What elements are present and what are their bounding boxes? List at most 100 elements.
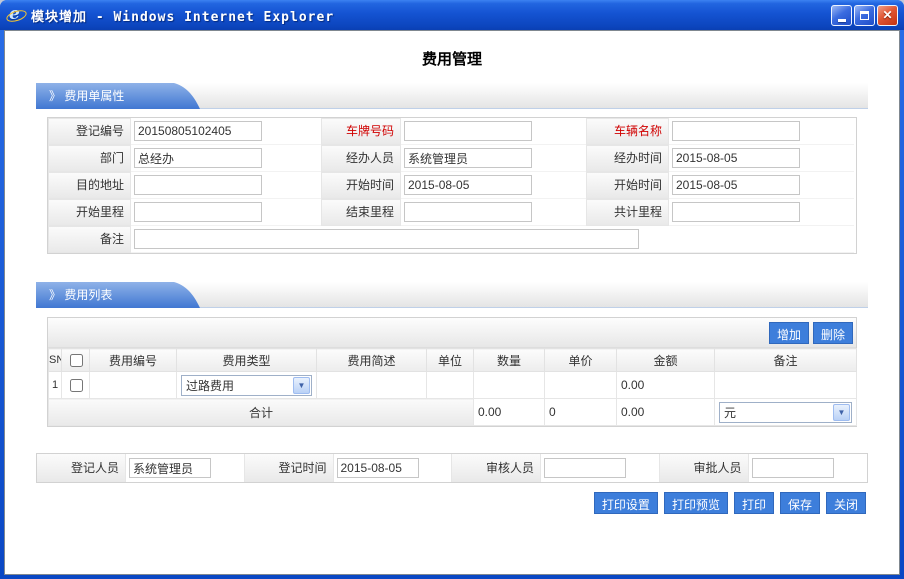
label-plate-number: 车牌号码	[321, 118, 401, 145]
col-description: 费用简述	[316, 348, 427, 372]
auditor-group: 审核人员	[452, 454, 660, 482]
audit-info-row: 登记人员 登记时间 审核人员 审批人员	[36, 453, 868, 483]
section-header-expense-list: 》 费用列表	[36, 282, 868, 308]
col-quantity: 数量	[473, 348, 545, 372]
label-start-mileage: 开始里程	[48, 199, 131, 226]
col-unit-price: 单价	[544, 348, 617, 372]
handler-input[interactable]	[404, 148, 532, 168]
start-date-2-input[interactable]	[672, 175, 800, 195]
row-checkbox[interactable]	[69, 378, 83, 392]
section-tab-attributes: 》 费用单属性	[36, 83, 204, 109]
delete-row-button[interactable]: 删除	[812, 321, 853, 344]
chevron-down-icon: ▼	[293, 376, 310, 394]
label-register-time: 登记时间	[244, 454, 334, 482]
label-department: 部门	[48, 145, 131, 172]
col-unit: 单位	[426, 348, 474, 372]
start-mileage-input[interactable]	[134, 202, 262, 222]
expense-attributes-form: 登记编号 车牌号码 车辆名称 部门 经办人员 经办时间 目的地址 开始时间 开始…	[47, 117, 857, 254]
expense-type-select[interactable]: 过路费用 ▼	[181, 374, 312, 396]
label-total-mileage: 共计里程	[586, 199, 669, 226]
register-no-input[interactable]	[134, 121, 262, 141]
expense-type-value: 过路费用	[186, 378, 235, 393]
label-registrar: 登记人员	[37, 454, 126, 482]
print-preview-button[interactable]: 打印预览	[663, 492, 728, 514]
register-time-input[interactable]	[336, 458, 419, 478]
end-mileage-input[interactable]	[404, 202, 532, 222]
page-content: 费用管理 》 费用单属性 登记编号 车牌号码 车辆名称 部门 经办人员 经办时间…	[4, 30, 900, 575]
label-auditor: 审核人员	[452, 454, 541, 482]
expense-list-panel: 增加 删除 SN 费用编号 费用类型 费用简述 单位 数量 单价 金额	[47, 317, 857, 427]
register-time-group: 登记时间	[244, 454, 452, 482]
label-handle-date: 经办时间	[586, 145, 669, 172]
totals-currency-cell: 元 ▼	[714, 398, 857, 426]
page-title: 费用管理	[421, 51, 482, 68]
expense-table: SN 费用编号 费用类型 费用简述 单位 数量 单价 金额 备注 1	[48, 348, 857, 426]
approver-input[interactable]	[751, 458, 834, 478]
start-date-input[interactable]	[404, 175, 532, 195]
col-sn: SN	[48, 348, 62, 372]
minimize-button[interactable]	[831, 4, 852, 26]
row-select-cell	[61, 371, 90, 399]
window-controls: ✕	[831, 4, 898, 26]
chevron-down-icon: ▼	[833, 403, 850, 421]
registrar-group: 登记人员	[37, 454, 245, 482]
plate-number-input[interactable]	[404, 121, 532, 141]
currency-select[interactable]: 元 ▼	[719, 401, 852, 423]
select-all-checkbox[interactable]	[69, 353, 83, 367]
title-bar: e 模块增加 - Windows Internet Explorer ✕	[0, 0, 904, 30]
maximize-button[interactable]	[854, 4, 875, 26]
row-expense-type-cell: 过路费用 ▼	[176, 371, 317, 399]
print-button[interactable]: 打印	[733, 492, 774, 514]
col-remark: 备注	[714, 348, 857, 372]
col-expense-no: 费用编号	[89, 348, 177, 372]
row-sn: 1	[48, 371, 62, 399]
auditor-input[interactable]	[544, 458, 626, 478]
remark-input[interactable]	[134, 229, 639, 249]
totals-label: 合计	[48, 398, 474, 426]
row-remark	[714, 371, 857, 399]
close-icon: ✕	[882, 8, 893, 22]
row-description	[316, 371, 427, 399]
label-end-mileage: 结束里程	[321, 199, 401, 226]
close-button[interactable]: ✕	[877, 4, 898, 26]
registrar-input[interactable]	[129, 458, 211, 478]
section-header-attributes: 》 费用单属性	[36, 83, 868, 109]
approver-group: 审批人员	[659, 454, 868, 482]
col-expense-type: 费用类型	[176, 348, 317, 372]
section-tab-expense-list: 》 费用列表	[36, 282, 204, 308]
currency-value: 元	[724, 405, 737, 420]
expense-table-header-row: SN 费用编号 费用类型 费用简述 单位 数量 单价 金额 备注	[48, 348, 857, 372]
vehicle-name-input[interactable]	[672, 121, 800, 141]
internet-explorer-icon: e	[6, 4, 26, 25]
label-start-date: 开始时间	[321, 172, 401, 199]
row-amount: 0.00	[616, 371, 715, 399]
row-unit	[426, 371, 474, 399]
label-register-no: 登记编号	[48, 118, 131, 145]
row-expense-no	[89, 371, 177, 399]
expense-list-toolbar: 增加 删除	[48, 318, 856, 348]
col-amount: 金额	[616, 348, 715, 372]
department-input[interactable]	[134, 148, 262, 168]
label-approver: 审批人员	[659, 454, 749, 482]
print-settings-button[interactable]: 打印设置	[593, 492, 658, 514]
label-vehicle-name: 车辆名称	[586, 118, 669, 145]
totals-amount: 0.00	[616, 398, 715, 426]
window-title: 模块增加 - Windows Internet Explorer	[31, 9, 335, 25]
label-remark: 备注	[48, 226, 131, 253]
totals-quantity: 0.00	[473, 398, 545, 426]
save-button[interactable]: 保存	[779, 492, 820, 514]
row-quantity	[473, 371, 545, 399]
expense-table-row: 1 过路费用 ▼ 0.00	[48, 371, 857, 399]
col-select	[61, 348, 90, 372]
expense-table-totals-row: 合计 0.00 0 0.00 元 ▼	[48, 398, 857, 426]
add-row-button[interactable]: 增加	[768, 321, 809, 344]
label-destination: 目的地址	[48, 172, 131, 199]
total-mileage-input[interactable]	[672, 202, 800, 222]
handle-date-input[interactable]	[672, 148, 800, 168]
close-page-button[interactable]: 关闭	[825, 492, 866, 514]
destination-input[interactable]	[134, 175, 262, 195]
browser-window: e 模块增加 - Windows Internet Explorer ✕ 费用管…	[0, 0, 904, 579]
action-buttons: 打印设置 打印预览 打印 保存 关闭	[5, 492, 866, 514]
minimize-icon	[837, 18, 846, 22]
maximize-icon	[860, 10, 869, 20]
